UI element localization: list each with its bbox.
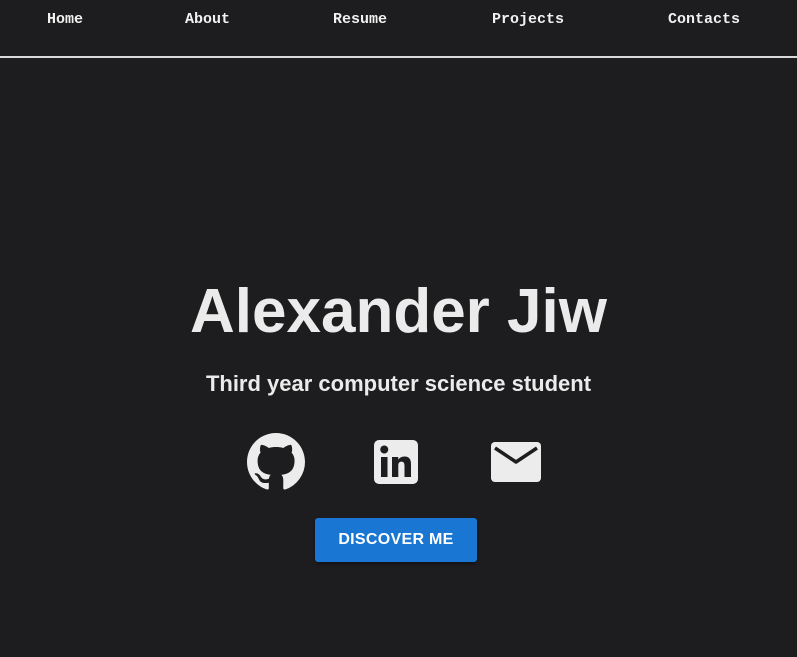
hero-section: Alexander Jiw Third year computer scienc… xyxy=(0,60,797,657)
nav-link-projects[interactable]: Projects xyxy=(492,11,564,28)
github-link[interactable] xyxy=(246,432,306,492)
nav-link-resume[interactable]: Resume xyxy=(333,11,387,28)
github-icon xyxy=(247,433,305,491)
nav-link-contacts[interactable]: Contacts xyxy=(668,11,740,28)
top-navbar: Home About Resume Projects Contacts xyxy=(0,0,797,58)
linkedin-link[interactable] xyxy=(370,432,422,492)
discover-me-button[interactable]: DISCOVER ME xyxy=(315,518,477,562)
nav-link-home[interactable]: Home xyxy=(47,11,83,28)
hero-subtitle: Third year computer science student xyxy=(205,371,592,396)
hero-name: Alexander Jiw xyxy=(190,277,607,346)
nav-link-about[interactable]: About xyxy=(185,11,230,28)
email-icon xyxy=(490,441,542,483)
email-link[interactable] xyxy=(489,432,543,492)
linkedin-icon xyxy=(372,438,420,486)
